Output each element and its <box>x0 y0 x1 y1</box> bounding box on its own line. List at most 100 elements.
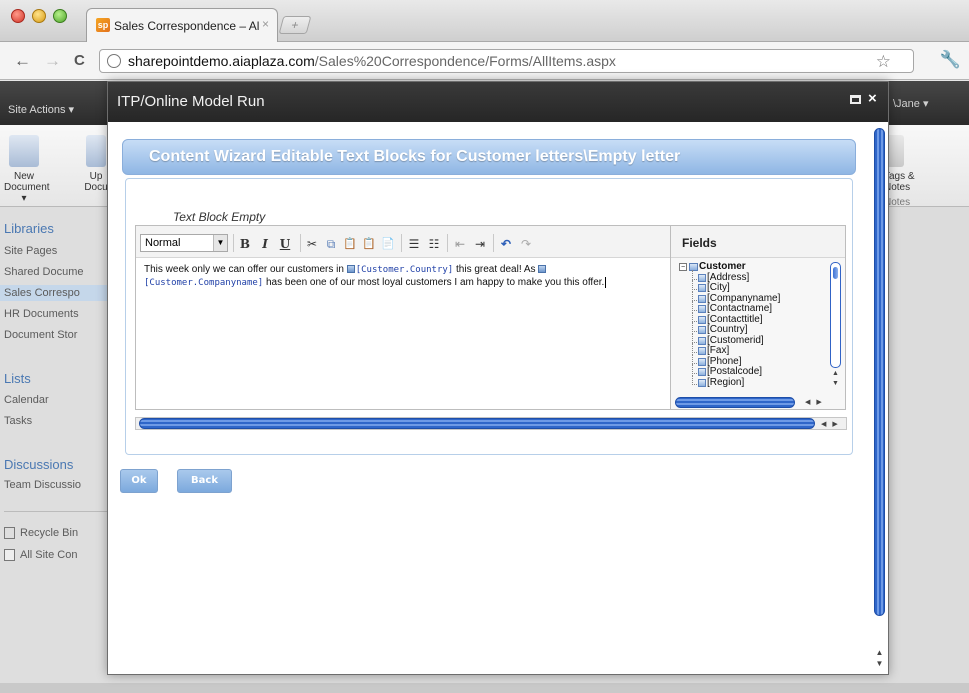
tags-notes-button[interactable]: Tags & Notes <box>884 135 924 193</box>
new-document-icon <box>9 135 39 167</box>
tree-item[interactable]: [Address] <box>679 269 824 284</box>
scroll-up-arrow-icon[interactable]: ▲ <box>874 648 885 658</box>
underline-button[interactable]: U <box>277 236 293 252</box>
tree-node-customer[interactable]: − Customer <box>679 262 824 273</box>
browser-tab[interactable]: sp Sales Correspondence – All I × <box>86 8 278 42</box>
back-arrow-icon[interactable]: ← <box>14 51 31 71</box>
field-icon <box>698 305 706 313</box>
field-token-icon <box>538 265 547 273</box>
scroll-down-arrow-icon[interactable]: ▼ <box>874 659 885 669</box>
nav-tasks[interactable]: Tasks <box>4 415 32 427</box>
nav-shared-documents[interactable]: Shared Docume <box>4 266 84 278</box>
wizard-panel: Text Block Empty Normal ▼ B I U ✂ ⧉ 📋 📋 … <box>125 178 853 455</box>
redo-icon[interactable]: ↷ <box>518 236 534 252</box>
fields-horizontal-scrollbar[interactable]: ◀ ▶ <box>675 397 841 408</box>
fields-scroll-thumb[interactable] <box>830 262 841 368</box>
rich-text-editor[interactable]: Normal ▼ B I U ✂ ⧉ 📋 📋 📄 ☰ ☷ ⇤ ⇥ ↶ ↷ Thi… <box>135 225 671 410</box>
nav-team-discussion[interactable]: Team Discussio <box>4 479 81 491</box>
nav-sales-correspondence[interactable]: Sales Correspo <box>0 285 120 301</box>
dialog-title: ITP/Online Model Run <box>117 93 265 110</box>
field-icon <box>698 357 706 366</box>
dialog-vertical-scrollbar[interactable]: ▲ ▼ <box>872 128 886 674</box>
all-site-content-label: All Site Con <box>20 549 78 561</box>
chevron-down-icon: ▼ <box>213 235 227 251</box>
bulleted-list-icon[interactable]: ☰ <box>406 236 422 252</box>
undo-icon[interactable]: ↶ <box>498 236 514 252</box>
editor-content[interactable]: This week only we can offer our customer… <box>144 264 664 289</box>
tags-notes-label: Tags & Notes <box>884 171 915 193</box>
tree-item[interactable]: [Postalcode] <box>679 364 824 378</box>
recycle-bin-label: Recycle Bin <box>20 527 79 539</box>
dialog-scroll-thumb[interactable] <box>874 128 885 616</box>
scroll-left-right-arrows-icon[interactable]: ◀ ▶ <box>805 398 824 406</box>
tree-item-label: [Customerid] <box>707 334 764 346</box>
nav-divider <box>4 511 116 512</box>
fields-tree: − Customer [Address] [City] [Companyname… <box>679 262 824 394</box>
new-document-button[interactable]: New Document ▾ <box>4 135 50 204</box>
paste-word-icon[interactable]: 📄 <box>380 236 396 252</box>
forward-arrow-icon[interactable]: → <box>44 51 61 71</box>
outdent-icon[interactable]: ⇤ <box>452 236 468 252</box>
browser-toolbar: ← → C sharepointdemo.aiaplaza.com/Sales%… <box>0 42 969 80</box>
copy-icon[interactable]: ⧉ <box>323 236 339 252</box>
upload-document-button[interactable]: Up Docu <box>84 135 108 193</box>
wrench-menu-icon[interactable]: 🔧 <box>940 50 961 70</box>
window-close-button[interactable] <box>11 9 25 23</box>
tree-item[interactable]: [Fax] <box>679 343 824 357</box>
nav-calendar[interactable]: Calendar <box>4 394 49 406</box>
new-tab-button[interactable]: + <box>278 16 312 34</box>
nav-recycle-bin[interactable]: Recycle Bin <box>4 527 79 539</box>
user-menu[interactable]: \Jane ▾ <box>893 97 929 110</box>
paragraph-style-select[interactable]: Normal ▼ <box>140 234 228 252</box>
fields-vertical-scrollbar[interactable]: ▲ ▼ <box>830 262 841 396</box>
scroll-up-arrow-icon[interactable]: ▲ <box>832 370 839 377</box>
lists-heading[interactable]: Lists <box>4 371 31 386</box>
scroll-left-right-arrows-icon[interactable]: ◀ ▶ <box>821 420 840 428</box>
site-actions-menu[interactable]: Site Actions ▾ <box>8 103 74 116</box>
field-token-country[interactable]: [Customer.Country] <box>356 265 454 275</box>
nav-site-pages[interactable]: Site Pages <box>4 245 57 257</box>
field-icon <box>698 284 706 292</box>
libraries-heading[interactable]: Libraries <box>4 221 54 236</box>
window-minimize-button[interactable] <box>32 9 46 23</box>
panel-horizontal-scrollbar[interactable]: ◀ ▶ <box>135 417 847 430</box>
cut-icon[interactable]: ✂ <box>304 236 320 252</box>
tree-item[interactable]: [Contacttitle] <box>679 311 824 326</box>
nav-hr-documents[interactable]: HR Documents <box>4 308 79 320</box>
url-host: sharepointdemo.aiaplaza.com <box>128 53 315 69</box>
tree-item-label: [Contacttitle] <box>707 313 763 325</box>
panel-hscroll-thumb[interactable] <box>139 418 815 429</box>
tree-item[interactable]: [Customerid] <box>679 332 824 347</box>
indent-icon[interactable]: ⇥ <box>472 236 488 252</box>
scroll-down-arrow-icon[interactable]: ▼ <box>832 380 839 387</box>
field-icon <box>698 315 706 324</box>
nav-all-site-content[interactable]: All Site Con <box>4 549 78 561</box>
back-button[interactable]: Back <box>177 469 232 493</box>
italic-button[interactable]: I <box>257 236 273 252</box>
ok-button[interactable]: Ok <box>120 469 158 493</box>
field-token-companyname[interactable]: [Customer.Companyname] <box>144 278 263 288</box>
url-path: /Sales%20Correspondence/Forms/AllItems.a… <box>314 53 616 69</box>
tab-close-icon[interactable]: × <box>262 17 269 31</box>
address-bar[interactable]: sharepointdemo.aiaplaza.com/Sales%20Corr… <box>99 49 914 73</box>
nav-document-store[interactable]: Document Stor <box>4 329 77 341</box>
reload-icon[interactable]: C <box>74 52 85 69</box>
bold-button[interactable]: B <box>237 236 253 252</box>
fields-hscroll-thumb[interactable] <box>675 397 795 408</box>
tree-item-label: [Fax] <box>707 345 730 356</box>
maximize-icon[interactable] <box>850 95 861 104</box>
paste-text-icon[interactable]: 📋 <box>361 236 377 252</box>
tree-item[interactable]: [Region] <box>679 374 824 389</box>
numbered-list-icon[interactable]: ☷ <box>426 236 442 252</box>
discussions-heading[interactable]: Discussions <box>4 457 73 472</box>
bookmark-star-icon[interactable]: ☆ <box>876 52 891 72</box>
window-zoom-button[interactable] <box>53 9 67 23</box>
tree-item-label: [Address] <box>707 271 750 283</box>
dialog-close-icon[interactable]: × <box>868 90 877 107</box>
collapse-icon[interactable]: − <box>679 263 687 271</box>
paste-icon[interactable]: 📋 <box>342 236 358 252</box>
tree-item-label: [Phone] <box>707 355 742 367</box>
tree-item-label: [Region] <box>707 376 745 388</box>
field-icon <box>698 336 706 345</box>
paragraph-style-value: Normal <box>145 237 181 249</box>
